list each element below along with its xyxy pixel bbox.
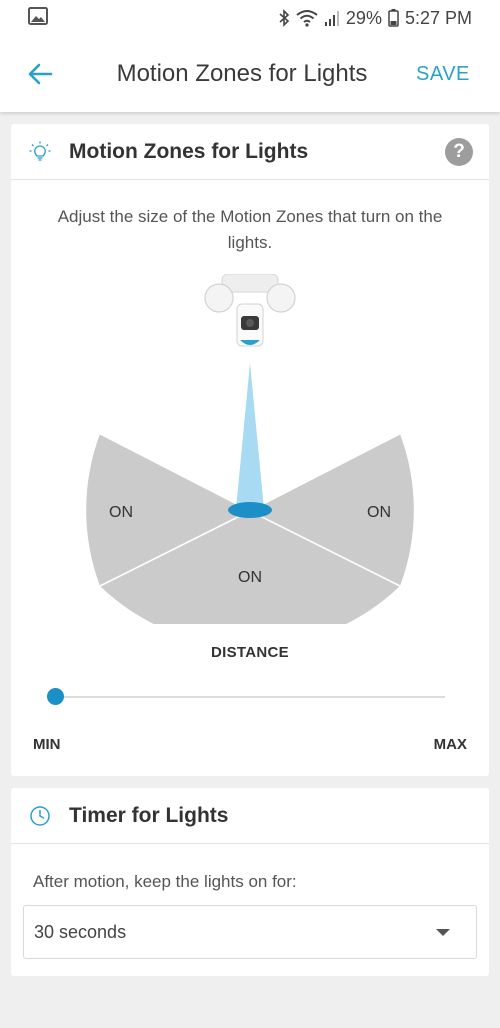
light-bulb-icon bbox=[11, 141, 69, 163]
wifi-icon bbox=[296, 9, 318, 27]
clock-time: 5:27 PM bbox=[404, 7, 472, 28]
detection-beam bbox=[236, 363, 264, 509]
timer-header: Timer for Lights bbox=[11, 788, 489, 844]
min-label: MIN bbox=[33, 736, 61, 753]
motion-zones-diagram: ON ON ON bbox=[86, 274, 414, 624]
timer-card: Timer for Lights After motion, keep the … bbox=[11, 788, 489, 976]
timer-duration-value: 30 seconds bbox=[34, 921, 127, 942]
page-title: Motion Zones for Lights bbox=[116, 60, 368, 87]
zone-bottom-label: ON bbox=[238, 569, 262, 586]
zone-left-label: ON bbox=[109, 504, 133, 521]
image-icon bbox=[28, 6, 48, 30]
back-button[interactable] bbox=[0, 36, 80, 112]
battery-percent: 29% bbox=[345, 7, 382, 28]
max-label: MAX bbox=[433, 736, 467, 753]
timer-description: After motion, keep the lights on for: bbox=[33, 872, 297, 891]
clock-icon bbox=[11, 805, 69, 827]
app-bar: Motion Zones for Lights SAVE bbox=[0, 36, 500, 112]
signal-icon bbox=[324, 9, 340, 27]
battery-icon bbox=[388, 9, 399, 27]
distance-label: DISTANCE bbox=[211, 644, 289, 661]
motion-zones-card: Motion Zones for Lights ? Adjust the siz… bbox=[11, 124, 489, 776]
motion-zones-description: Adjust the size of the Motion Zones that… bbox=[57, 207, 443, 252]
motion-zones-header: Motion Zones for Lights ? bbox=[11, 124, 489, 180]
distance-slider-track[interactable] bbox=[55, 696, 445, 698]
timer-duration-select[interactable]: 30 seconds bbox=[23, 905, 477, 959]
bluetooth-icon bbox=[278, 9, 290, 27]
save-button[interactable]: SAVE bbox=[416, 63, 500, 86]
help-icon[interactable]: ? bbox=[445, 138, 473, 166]
timer-title: Timer for Lights bbox=[69, 803, 229, 827]
back-arrow-icon bbox=[28, 63, 53, 85]
motion-zones-title: Motion Zones for Lights bbox=[69, 139, 309, 163]
status-bar: 29% 5:27 PM bbox=[0, 0, 500, 36]
distance-slider-handle[interactable] bbox=[47, 688, 64, 705]
chevron-down-icon bbox=[436, 928, 450, 936]
floodlight-camera-icon bbox=[204, 274, 296, 347]
zone-right-label: ON bbox=[367, 504, 391, 521]
